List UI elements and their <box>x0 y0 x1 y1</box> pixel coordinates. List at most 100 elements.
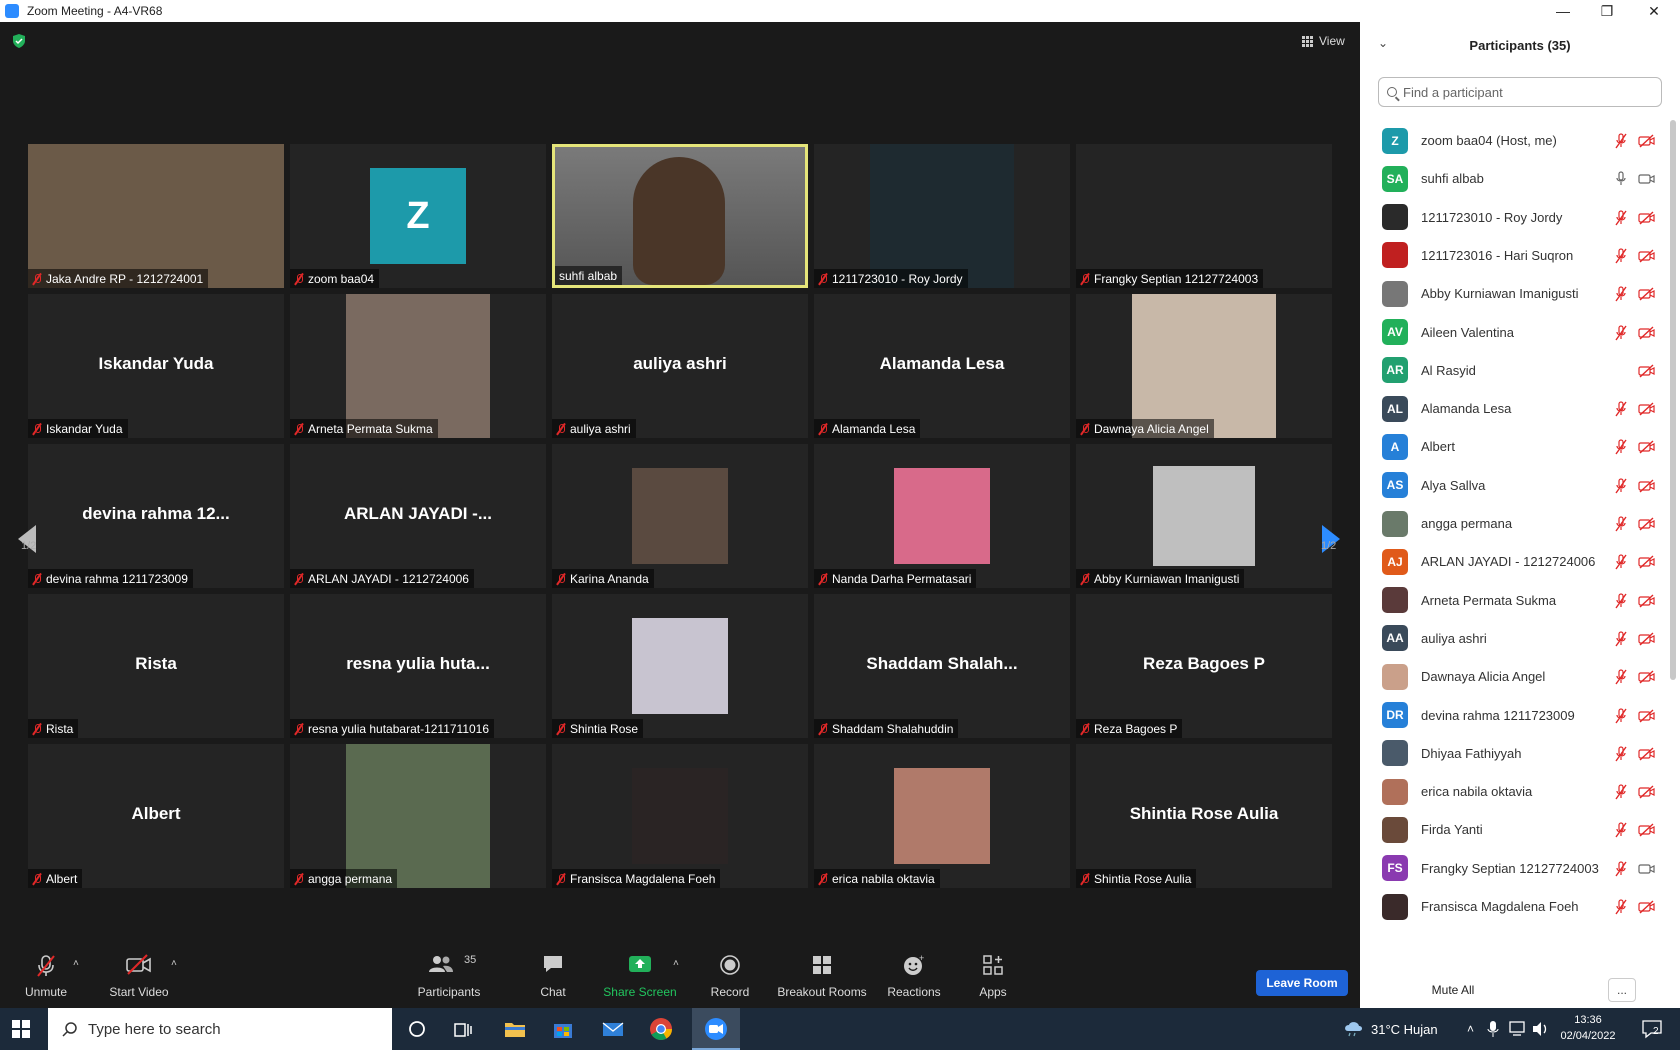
microphone-muted-icon[interactable] <box>1614 209 1628 226</box>
video-off-icon[interactable] <box>1638 325 1656 340</box>
participant-tile[interactable]: 1211723010 - Roy Jordy <box>814 144 1070 288</box>
participant-list-item[interactable]: 1211723016 - Hari Suqron <box>1360 235 1670 276</box>
participant-list-item[interactable]: DR devina rahma 1211723009 <box>1360 695 1670 736</box>
video-off-icon[interactable] <box>1638 708 1656 723</box>
zoom-taskbar-item[interactable] <box>692 1008 740 1050</box>
microphone-muted-icon[interactable] <box>1614 554 1628 570</box>
participant-list-item[interactable]: angga permana <box>1360 503 1670 544</box>
microphone-muted-icon[interactable] <box>1614 439 1628 455</box>
participant-list-item[interactable]: AL Alamanda Lesa <box>1360 388 1670 429</box>
microphone-muted-icon[interactable] <box>1614 631 1628 647</box>
mute-all-button[interactable]: Mute All <box>1423 977 1483 1003</box>
video-off-icon[interactable] <box>1638 823 1656 837</box>
participant-tile[interactable]: suhfi albab <box>552 144 808 288</box>
participant-list-item[interactable]: A Albert <box>1360 426 1670 467</box>
microphone-muted-icon[interactable] <box>1614 478 1628 494</box>
participant-list-item[interactable]: AJ ARLAN JAYADI - 1212724006 <box>1360 541 1670 582</box>
participant-tile[interactable]: resna yulia huta... resna yulia hutabarat… <box>290 594 546 738</box>
taskbar-search-input[interactable]: Type here to search <box>48 1008 392 1050</box>
microphone-muted-icon[interactable] <box>1614 286 1628 302</box>
security-shield-icon[interactable] <box>12 34 26 48</box>
video-off-icon[interactable] <box>1638 517 1656 531</box>
participant-tile[interactable]: erica nabila oktavia <box>814 744 1070 888</box>
microphone-muted-icon[interactable] <box>1614 746 1628 762</box>
microphone-muted-icon[interactable] <box>1614 248 1628 264</box>
video-off-icon[interactable] <box>1638 479 1656 493</box>
video-off-icon[interactable] <box>1638 440 1656 454</box>
participant-tile[interactable]: angga permana <box>290 744 546 888</box>
participant-list-item[interactable]: AA auliya ashri <box>1360 618 1670 659</box>
video-off-icon[interactable] <box>1638 632 1656 646</box>
participant-list-item[interactable]: Firda Yanti <box>1360 809 1670 850</box>
participant-tile[interactable]: Arneta Permata Sukma <box>290 294 546 438</box>
video-off-icon[interactable] <box>1638 287 1656 301</box>
mail-icon[interactable] <box>600 1016 626 1042</box>
view-button[interactable]: View <box>1302 34 1345 48</box>
audio-options-caret-icon[interactable]: ˄ <box>73 958 79 969</box>
microphone-muted-icon[interactable] <box>1614 822 1628 838</box>
participant-tile[interactable]: Albert Albert <box>28 744 284 888</box>
record-button[interactable]: Record <box>705 940 755 1008</box>
windows-start-icon[interactable] <box>12 1020 30 1038</box>
video-off-icon[interactable] <box>1638 402 1656 416</box>
participant-tile[interactable]: Alamanda Lesa Alamanda Lesa <box>814 294 1070 438</box>
microphone-icon[interactable] <box>1614 171 1628 187</box>
participant-tile[interactable]: Shintia Rose Aulia Shintia Rose Aulia <box>1076 744 1332 888</box>
microphone-muted-icon[interactable] <box>1614 516 1628 532</box>
microphone-muted-icon[interactable] <box>1614 784 1628 800</box>
microphone-muted-icon[interactable] <box>1614 324 1628 341</box>
microphone-muted-icon[interactable] <box>1614 861 1628 877</box>
leave-room-button[interactable]: Leave Room <box>1256 970 1348 996</box>
network-icon[interactable] <box>1509 1021 1527 1037</box>
participants-button[interactable]: 35 Participants <box>414 940 484 1008</box>
participant-tile[interactable]: Zzoom baa04 <box>290 144 546 288</box>
video-off-icon[interactable] <box>1638 900 1656 914</box>
participant-list-item[interactable]: AV Aileen Valentina <box>1360 312 1670 353</box>
participant-list-item[interactable]: SA suhfi albab <box>1360 158 1670 199</box>
participant-tile[interactable]: devina rahma 12... devina rahma 121172300… <box>28 444 284 588</box>
apps-button[interactable]: Apps <box>968 940 1018 1008</box>
cortana-icon[interactable] <box>404 1016 430 1042</box>
participant-list-item[interactable]: FS Frangky Septian 12127724003 <box>1360 848 1670 889</box>
reactions-button[interactable]: + Reactions <box>885 940 943 1008</box>
participant-search-input[interactable]: Find a participant <box>1378 77 1662 107</box>
participant-tile[interactable]: Jaka Andre RP - 1212724001 <box>28 144 284 288</box>
video-camera-icon[interactable] <box>1638 172 1656 186</box>
video-off-icon[interactable] <box>1638 134 1656 148</box>
video-off-icon[interactable] <box>1638 670 1656 684</box>
microphone-muted-icon[interactable] <box>1614 401 1628 417</box>
participant-tile[interactable]: ARLAN JAYADI -... ARLAN JAYADI - 12127240… <box>290 444 546 588</box>
participant-list-item[interactable]: Arneta Permata Sukma <box>1360 580 1670 621</box>
participant-list-item[interactable]: Dawnaya Alicia Angel <box>1360 656 1670 697</box>
participant-tile[interactable]: Fransisca Magdalena Foeh <box>552 744 808 888</box>
microsoft-store-icon[interactable] <box>550 1016 576 1042</box>
restore-button[interactable]: ❐ <box>1585 0 1629 22</box>
tray-microphone-icon[interactable] <box>1487 1021 1499 1037</box>
file-explorer-icon[interactable] <box>502 1016 528 1042</box>
participant-tile[interactable]: Karina Ananda <box>552 444 808 588</box>
participant-tile[interactable]: Frangky Septian 12127724003 <box>1076 144 1332 288</box>
video-off-icon[interactable] <box>1638 249 1656 263</box>
participant-list-item[interactable]: Abby Kurniawan Imanigusti <box>1360 273 1670 314</box>
task-view-icon[interactable] <box>450 1016 476 1042</box>
video-off-icon[interactable] <box>1638 364 1656 378</box>
start-video-button[interactable]: Start Video <box>104 940 174 1008</box>
video-off-icon[interactable] <box>1638 785 1656 799</box>
participant-list-item[interactable]: Dhiyaa Fathiyyah <box>1360 733 1670 774</box>
participant-tile[interactable]: Rista Rista <box>28 594 284 738</box>
video-off-icon[interactable] <box>1638 555 1656 569</box>
video-off-icon[interactable] <box>1638 747 1656 761</box>
participant-list-item[interactable]: AR Al Rasyid <box>1360 350 1670 391</box>
participant-tile[interactable]: auliya ashri auliya ashri <box>552 294 808 438</box>
share-options-caret-icon[interactable]: ˄ <box>673 958 679 969</box>
participant-tile[interactable]: Dawnaya Alicia Angel <box>1076 294 1332 438</box>
participant-tile[interactable]: Iskandar Yuda Iskandar Yuda <box>28 294 284 438</box>
microphone-muted-icon[interactable] <box>1614 707 1628 724</box>
breakout-rooms-button[interactable]: Breakout Rooms <box>776 940 868 1008</box>
participant-tile[interactable]: Shintia Rose <box>552 594 808 738</box>
participant-tile[interactable]: Nanda Darha Permatasari <box>814 444 1070 588</box>
chrome-icon[interactable] <box>648 1016 674 1042</box>
participant-tile[interactable]: Abby Kurniawan Imanigusti <box>1076 444 1332 588</box>
microphone-muted-icon[interactable] <box>1614 133 1628 149</box>
participant-tile[interactable]: Reza Bagoes P Reza Bagoes P <box>1076 594 1332 738</box>
